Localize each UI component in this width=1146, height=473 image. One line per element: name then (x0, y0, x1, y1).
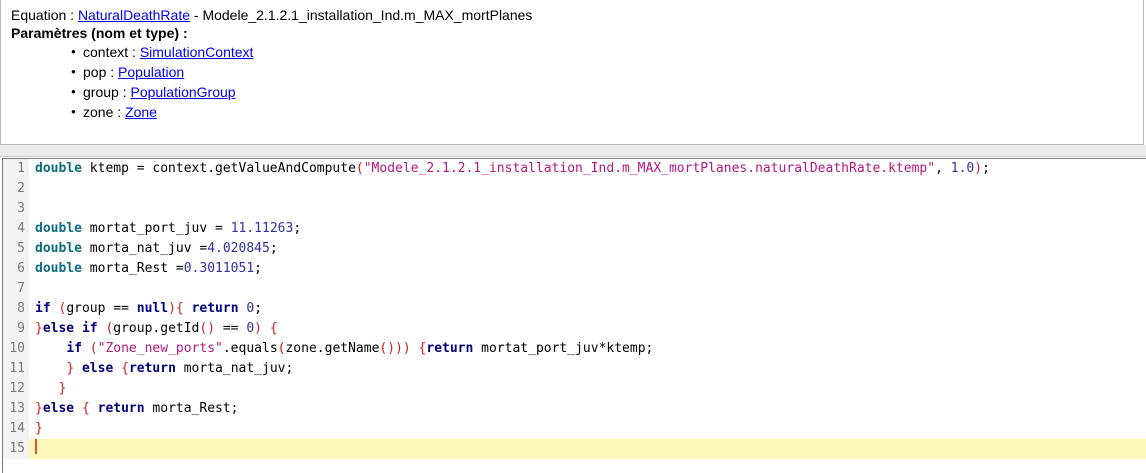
line-number: 10 (3, 339, 29, 359)
code-line[interactable]: 15 (3, 439, 1146, 459)
code-line[interactable]: 13 }else { return morta_Rest; (3, 399, 1146, 419)
code-line[interactable]: 10 if ("Zone_new_ports".equals(zone.getN… (3, 339, 1146, 359)
code-line[interactable]: 8 if (group == null){ return 0; (3, 299, 1146, 319)
line-number: 9 (3, 319, 29, 339)
code-text[interactable]: double ktemp = context.getValueAndComput… (35, 159, 990, 179)
code-text[interactable]: double mortat_port_juv = 11.11263; (35, 219, 301, 239)
code-editor[interactable]: 1 double ktemp = context.getValueAndCompu… (2, 158, 1146, 473)
line-number: 6 (3, 259, 29, 279)
code-text[interactable]: } (35, 419, 43, 439)
param-item: context : SimulationContext (71, 42, 1143, 62)
code-text[interactable]: }else if (group.getId() == 0) { (35, 319, 278, 339)
param-type-link[interactable]: Population (118, 64, 184, 80)
param-item: zone : Zone (71, 102, 1143, 122)
line-number: 4 (3, 219, 29, 239)
code-text[interactable] (35, 439, 37, 459)
code-text[interactable]: double morta_Rest =0.3011051; (35, 259, 262, 279)
code-line[interactable]: 11 } else {return morta_nat_juv; (3, 359, 1146, 379)
code-line[interactable]: 1 double ktemp = context.getValueAndCompu… (3, 159, 1146, 179)
line-number: 13 (3, 399, 29, 419)
line-number: 3 (3, 199, 29, 219)
splitter[interactable] (0, 145, 1146, 157)
code-line[interactable]: 6 double morta_Rest =0.3011051; (3, 259, 1146, 279)
param-type-link[interactable]: PopulationGroup (130, 84, 235, 100)
param-name: context (83, 44, 129, 60)
code-line[interactable]: 7 (3, 279, 1146, 299)
code-text[interactable]: } (35, 379, 66, 399)
code-text[interactable]: } else {return morta_nat_juv; (35, 359, 293, 379)
line-number: 14 (3, 419, 29, 439)
equation-info-panel: Equation : NaturalDeathRate - Modele_2.1… (0, 0, 1144, 145)
equation-name-link[interactable]: NaturalDeathRate (78, 7, 190, 23)
code-text[interactable]: double morta_nat_juv =4.020845; (35, 239, 278, 259)
line-number: 7 (3, 279, 29, 299)
param-name: pop (83, 64, 107, 80)
line-number: 11 (3, 359, 29, 379)
code-text[interactable]: }else { return morta_Rest; (35, 399, 239, 419)
line-number: 12 (3, 379, 29, 399)
code-text[interactable]: if ("Zone_new_ports".equals(zone.getName… (35, 339, 653, 359)
line-number: 15 (3, 439, 29, 459)
line-number: 2 (3, 179, 29, 199)
param-type-link[interactable]: Zone (125, 104, 157, 120)
param-item: group : PopulationGroup (71, 82, 1143, 102)
code-line[interactable]: 5 double morta_nat_juv =4.020845; (3, 239, 1146, 259)
param-name: group (83, 84, 119, 100)
code-line[interactable]: 4 double mortat_port_juv = 11.11263; (3, 219, 1146, 239)
param-name: zone (83, 104, 114, 120)
line-number: 5 (3, 239, 29, 259)
params-list: context : SimulationContext pop : Popula… (11, 42, 1143, 122)
code-line[interactable]: 12 } (3, 379, 1146, 399)
equation-suffix: - Modele_2.1.2.1_installation_Ind.m_MAX_… (190, 7, 533, 23)
code-line[interactable]: 14} (3, 419, 1146, 439)
param-item: pop : Population (71, 62, 1143, 82)
code-line[interactable]: 2 (3, 179, 1146, 199)
params-title: Paramètres (nom et type) : (11, 25, 188, 41)
equation-header: Equation : NaturalDeathRate - Modele_2.1… (11, 6, 1143, 24)
equation-label: Equation : (11, 7, 78, 23)
code-line[interactable]: 3 (3, 199, 1146, 219)
code-line[interactable]: 9 }else if (group.getId() == 0) { (3, 319, 1146, 339)
text-cursor (35, 439, 37, 454)
code-text[interactable]: if (group == null){ return 0; (35, 299, 262, 319)
param-type-link[interactable]: SimulationContext (140, 44, 254, 60)
line-number: 8 (3, 299, 29, 319)
line-number: 1 (3, 159, 29, 179)
